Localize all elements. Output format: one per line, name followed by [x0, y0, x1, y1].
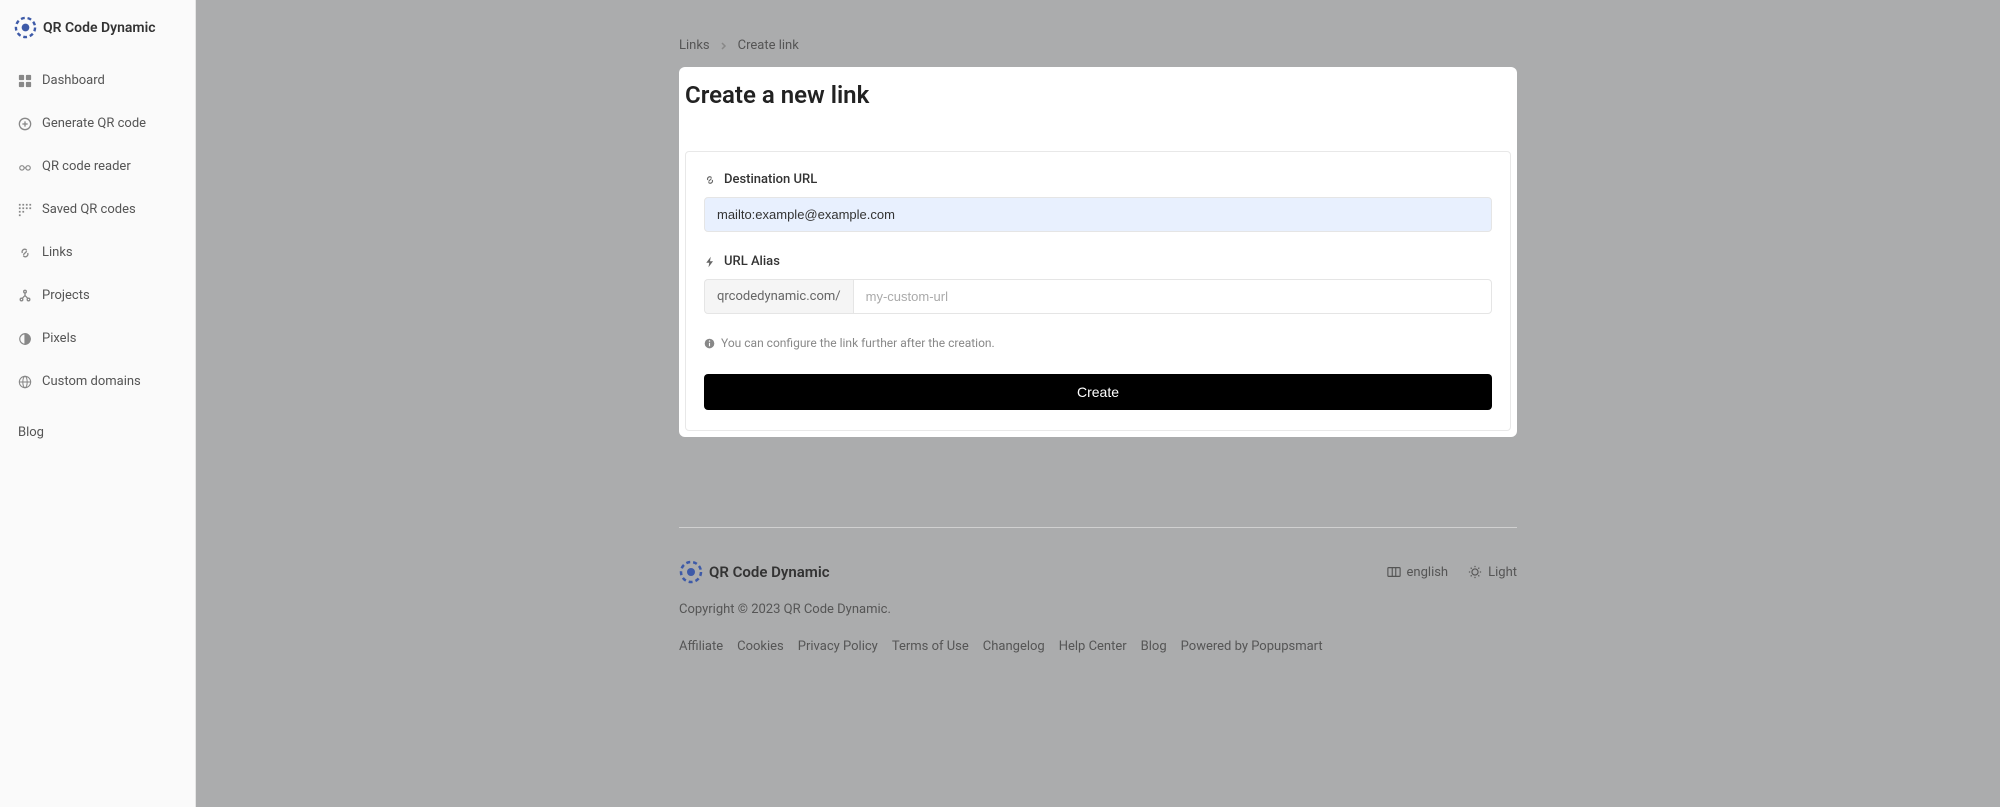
- sidebar-blog-link[interactable]: Blog: [0, 411, 195, 454]
- footer-link-terms[interactable]: Terms of Use: [892, 639, 969, 654]
- theme-label: Light: [1488, 565, 1517, 580]
- sidebar-item-label: Custom domains: [42, 374, 141, 389]
- plus-circle-icon: [18, 117, 32, 131]
- breadcrumb-current: Create link: [738, 38, 799, 53]
- copyright-text: Copyright © 2023 QR Code Dynamic.: [679, 602, 1517, 617]
- grid-icon: [18, 74, 32, 88]
- footer-link-affiliate[interactable]: Affiliate: [679, 639, 723, 654]
- sidebar-item-label: Links: [42, 245, 73, 260]
- sidebar-nav: Dashboard Generate QR code QR code reade…: [0, 55, 195, 407]
- form-card: Create a new link Destination URL: [679, 67, 1517, 437]
- brand-logo-text: QR Code Dynamic: [43, 20, 156, 36]
- url-alias-prefix: qrcodedynamic.com/: [704, 279, 853, 314]
- url-alias-input[interactable]: [853, 279, 1492, 314]
- globe-icon: [18, 375, 32, 389]
- sun-icon: [1468, 565, 1482, 579]
- sidebar: QR Code Dynamic Dashboard Generate QR co…: [0, 0, 196, 807]
- theme-selector[interactable]: Light: [1468, 565, 1517, 580]
- info-text-content: You can configure the link further after…: [721, 336, 995, 350]
- url-alias-label-text: URL Alias: [724, 254, 780, 269]
- glasses-icon: [18, 160, 32, 174]
- contrast-icon: [18, 332, 32, 346]
- footer-divider: [679, 527, 1517, 528]
- link-icon: [704, 174, 716, 186]
- sidebar-item-dashboard[interactable]: Dashboard: [0, 59, 195, 102]
- info-circle-icon: [704, 338, 715, 349]
- footer-link-help[interactable]: Help Center: [1059, 639, 1127, 654]
- footer: QR Code Dynamic english Light: [663, 527, 1533, 654]
- footer-link-powered[interactable]: Powered by Popupsmart: [1181, 639, 1323, 654]
- link-icon: [18, 246, 32, 260]
- url-alias-group: URL Alias qrcodedynamic.com/: [704, 254, 1492, 314]
- footer-brand-logo[interactable]: QR Code Dynamic: [679, 560, 830, 584]
- footer-links: Affiliate Cookies Privacy Policy Terms o…: [679, 639, 1517, 654]
- breadcrumb-links[interactable]: Links: [679, 38, 710, 53]
- sidebar-item-label: Generate QR code: [42, 116, 146, 131]
- create-button[interactable]: Create: [704, 374, 1492, 410]
- sidebar-item-label: Pixels: [42, 331, 76, 346]
- sidebar-item-qr-reader[interactable]: QR code reader: [0, 145, 195, 188]
- url-alias-input-group: qrcodedynamic.com/: [704, 279, 1492, 314]
- sidebar-item-saved-qr[interactable]: Saved QR codes: [0, 188, 195, 231]
- footer-link-privacy[interactable]: Privacy Policy: [798, 639, 878, 654]
- sidebar-item-projects[interactable]: Projects: [0, 274, 195, 317]
- sidebar-item-label: QR code reader: [42, 159, 131, 174]
- chevron-right-icon: [720, 42, 728, 50]
- page-title: Create a new link: [685, 81, 1511, 109]
- brand-logo-icon: [679, 560, 703, 584]
- destination-url-label: Destination URL: [704, 172, 1492, 187]
- bolt-icon: [704, 256, 716, 268]
- footer-link-cookies[interactable]: Cookies: [737, 639, 784, 654]
- sidebar-item-label: Dashboard: [42, 73, 105, 88]
- sidebar-item-label: Projects: [42, 288, 90, 303]
- destination-url-input[interactable]: [704, 197, 1492, 232]
- branch-icon: [18, 289, 32, 303]
- language-label: english: [1407, 565, 1449, 580]
- destination-url-label-text: Destination URL: [724, 172, 817, 187]
- sidebar-item-links[interactable]: Links: [0, 231, 195, 274]
- language-icon: [1387, 565, 1401, 579]
- footer-brand-text: QR Code Dynamic: [709, 563, 830, 581]
- sidebar-item-pixels[interactable]: Pixels: [0, 317, 195, 360]
- language-selector[interactable]: english: [1387, 565, 1449, 580]
- destination-url-group: Destination URL: [704, 172, 1492, 232]
- info-text: You can configure the link further after…: [704, 336, 1492, 350]
- footer-link-changelog[interactable]: Changelog: [983, 639, 1045, 654]
- qr-icon: [18, 203, 32, 217]
- sidebar-item-generate-qr[interactable]: Generate QR code: [0, 102, 195, 145]
- sidebar-item-label: Saved QR codes: [42, 202, 136, 217]
- url-alias-label: URL Alias: [704, 254, 1492, 269]
- main-content: Links Create link Create a new link: [196, 0, 2000, 807]
- brand-logo-icon: [14, 16, 37, 39]
- brand-logo[interactable]: QR Code Dynamic: [0, 0, 195, 55]
- breadcrumb: Links Create link: [679, 38, 1517, 53]
- footer-link-blog[interactable]: Blog: [1141, 639, 1167, 654]
- sidebar-item-custom-domains[interactable]: Custom domains: [0, 360, 195, 403]
